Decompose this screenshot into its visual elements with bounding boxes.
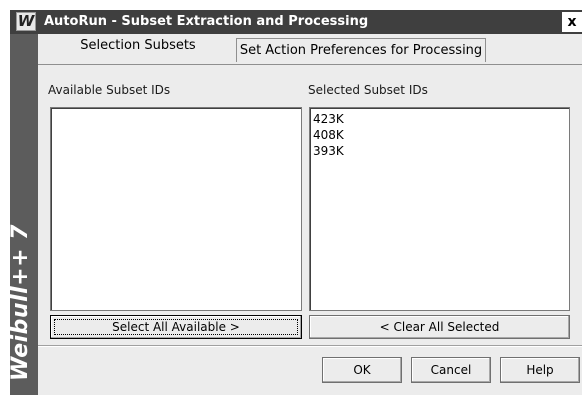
ok-button[interactable]: OK bbox=[322, 357, 402, 383]
tab-action-preferences[interactable]: Set Action Preferences for Processing bbox=[236, 38, 486, 62]
available-subsets-list[interactable] bbox=[50, 107, 302, 311]
brand-label: Weibull++ 7 bbox=[8, 223, 33, 381]
autorun-dialog: W AutoRun - Subset Extraction and Proces… bbox=[0, 0, 582, 395]
tab-selection-subsets[interactable]: Selection Subsets bbox=[40, 34, 236, 58]
dialog-content: Selection Subsets Set Action Preferences… bbox=[38, 34, 582, 395]
available-subsets-label: Available Subset IDs bbox=[48, 83, 171, 97]
select-all-available-button[interactable]: Select All Available > bbox=[50, 315, 302, 339]
close-icon[interactable]: x bbox=[562, 12, 582, 32]
weibull-app-icon: W bbox=[16, 12, 36, 31]
brand-sidebar: Weibull++ 7 bbox=[8, 34, 38, 395]
tab-divider bbox=[38, 64, 582, 65]
cancel-button[interactable]: Cancel bbox=[411, 357, 491, 383]
selected-subsets-list[interactable]: 423K 408K 393K bbox=[309, 107, 570, 311]
list-item[interactable]: 423K bbox=[310, 111, 569, 127]
window-title: AutoRun - Subset Extraction and Processi… bbox=[44, 14, 369, 29]
list-item[interactable]: 408K bbox=[310, 127, 569, 143]
focus-ring bbox=[54, 319, 298, 335]
clear-all-selected-button[interactable]: < Clear All Selected bbox=[309, 315, 570, 339]
selected-subsets-label: Selected Subset IDs bbox=[308, 83, 428, 97]
title-bar[interactable]: W AutoRun - Subset Extraction and Proces… bbox=[10, 10, 582, 34]
button-divider-highlight bbox=[38, 346, 582, 347]
help-button[interactable]: Help bbox=[500, 357, 580, 383]
list-item[interactable]: 393K bbox=[310, 143, 569, 159]
